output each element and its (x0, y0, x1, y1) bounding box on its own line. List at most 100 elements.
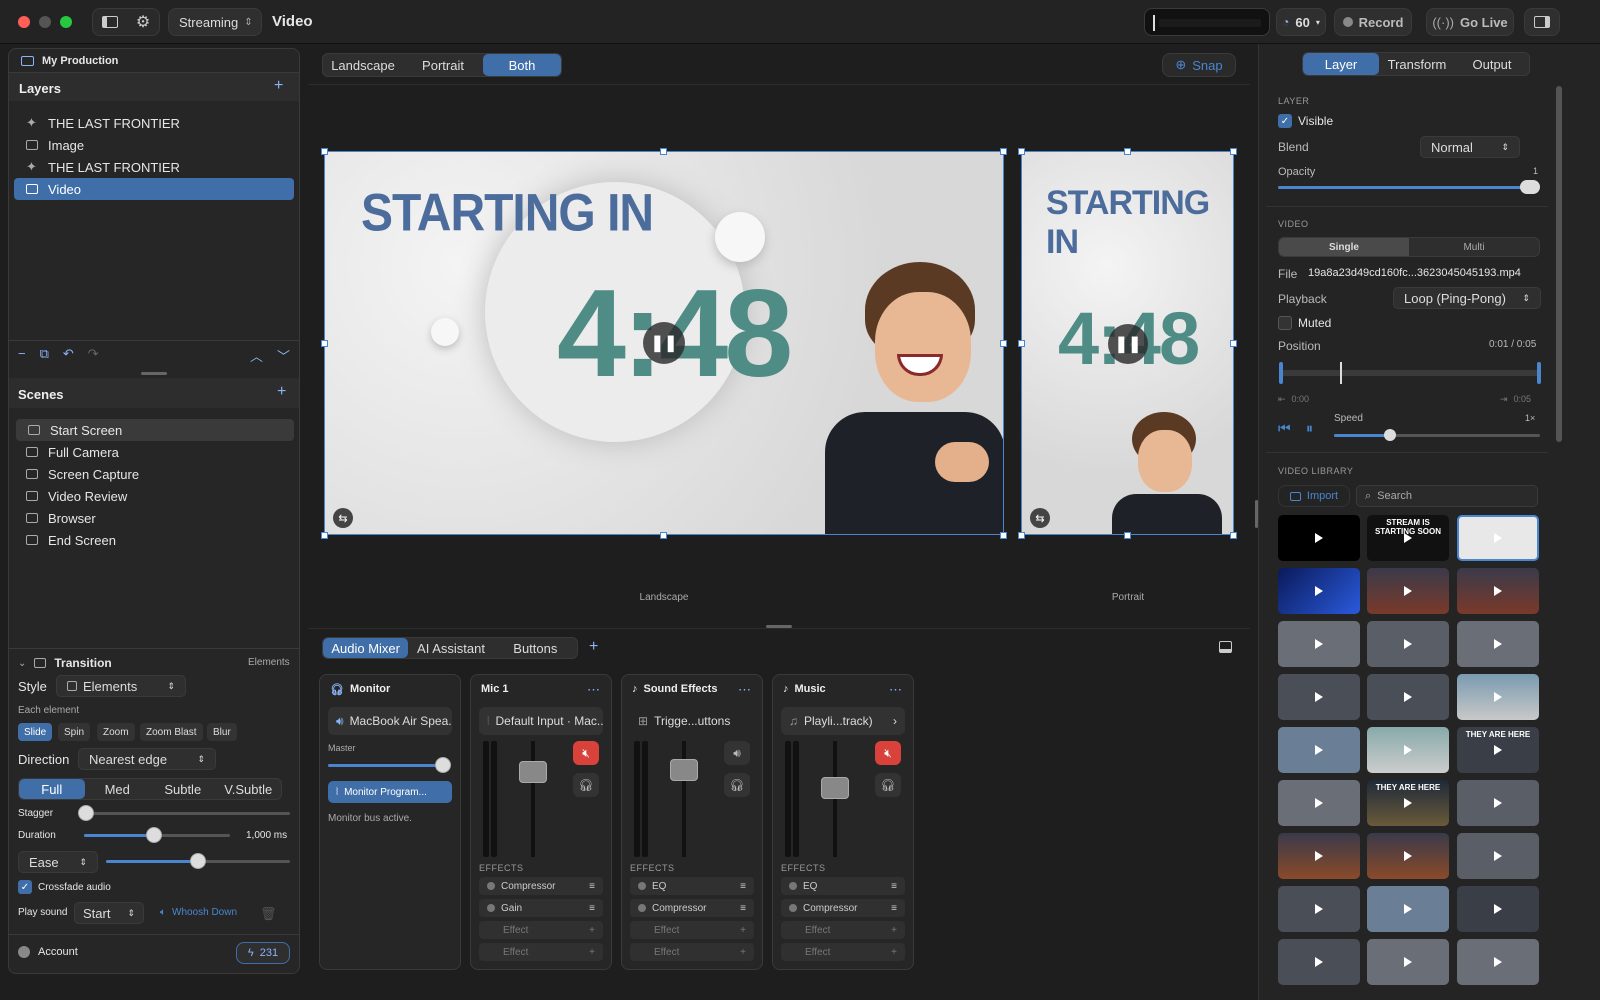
master-slider[interactable] (328, 764, 444, 767)
video-thumbnail[interactable]: STREAM IS STARTING SOON (1367, 515, 1449, 561)
more-icon[interactable]: ⋯ (587, 682, 600, 698)
effect-chip[interactable]: Slide (18, 723, 53, 741)
add-effect-slot[interactable]: Effect + (781, 943, 905, 961)
tab-layer[interactable]: Layer (1303, 53, 1379, 75)
scene-item[interactable]: Full Camera (14, 441, 294, 463)
video-thumbnail[interactable] (1278, 727, 1360, 773)
position-scrubber[interactable] (1280, 370, 1540, 376)
video-thumbnail[interactable] (1367, 833, 1449, 879)
duplicate-icon[interactable]: ⧉ (40, 346, 49, 362)
intensity-option[interactable]: Subtle (150, 779, 216, 799)
record-button[interactable]: Record (1334, 8, 1412, 36)
add-effect-slot[interactable]: Effect + (630, 943, 754, 961)
video-thumbnail[interactable] (1278, 674, 1360, 720)
add-layer-button[interactable]: + (274, 77, 283, 95)
video-thumbnail[interactable] (1278, 568, 1360, 614)
more-icon[interactable]: ⋯ (738, 682, 751, 698)
speaker-button[interactable]: 🔊︎ (724, 741, 750, 765)
play-sound-select[interactable]: Start ⇕ (74, 902, 144, 924)
add-effect-slot[interactable]: Effect + (479, 943, 603, 961)
add-effect-slot[interactable]: Effect + (781, 921, 905, 939)
drag-handle-icon[interactable]: ≡ (740, 903, 746, 914)
ease-knob[interactable] (190, 853, 206, 869)
landscape-preview[interactable]: STARTING IN 4:48 ❚❚ ⇆ (324, 151, 1004, 535)
out-point-handle[interactable] (1537, 362, 1541, 384)
video-thumbnail[interactable] (1367, 939, 1449, 985)
credits-badge[interactable]: ϟ 231 (236, 942, 290, 964)
stagger-knob[interactable] (78, 805, 94, 821)
drag-handle-icon[interactable]: ≡ (589, 881, 595, 892)
video-thumbnail[interactable] (1457, 568, 1539, 614)
effect-row[interactable]: Compressor ≡ (781, 899, 905, 917)
effect-row[interactable]: EQ ≡ (781, 877, 905, 895)
direction-select[interactable]: Nearest edge ⇕ (78, 748, 216, 770)
stagger-slider[interactable] (84, 812, 290, 815)
effect-chip[interactable]: Spin (58, 723, 91, 741)
monitor-device-select[interactable]: 🔊︎ MacBook Air Spea... (328, 707, 452, 735)
headphones-button[interactable]: 🎧︎ (875, 773, 901, 797)
video-thumbnail[interactable] (1278, 939, 1360, 985)
channel-device-select[interactable]: ⦚ Default Input · Mac... (479, 707, 603, 735)
effect-chip[interactable]: Zoom Blast (140, 723, 203, 741)
video-thumbnail[interactable] (1278, 886, 1360, 932)
tab-portrait[interactable]: Portrait (403, 54, 483, 76)
video-thumbnail[interactable] (1367, 727, 1449, 773)
effect-toggle[interactable] (638, 904, 646, 912)
effect-chip[interactable]: Zoom (97, 723, 135, 741)
layer-item-selected[interactable]: Video (14, 178, 294, 200)
video-thumbnail[interactable] (1367, 568, 1449, 614)
zoom-window-button[interactable] (60, 16, 72, 28)
minimize-window-button[interactable] (39, 16, 51, 28)
effect-row[interactable]: Gain ≡ (479, 899, 603, 917)
drag-handle-icon[interactable]: ≡ (891, 881, 897, 892)
video-thumbnail[interactable] (1278, 780, 1360, 826)
video-thumbnail[interactable] (1457, 621, 1539, 667)
ease-select[interactable]: Ease ⇕ (18, 851, 98, 873)
tab-output[interactable]: Output (1455, 53, 1529, 75)
mute-button[interactable]: 🔇︎ (573, 741, 599, 765)
video-thumbnail[interactable] (1457, 833, 1539, 879)
tab-ai-assistant[interactable]: AI Assistant (408, 638, 493, 658)
resize-handle[interactable] (1255, 500, 1258, 528)
crossfade-toggle[interactable]: ✓ Crossfade audio (18, 880, 111, 894)
headphones-button[interactable]: 🎧︎ (573, 773, 599, 797)
add-effect-slot[interactable]: Effect + (479, 921, 603, 939)
video-thumbnail[interactable] (1367, 674, 1449, 720)
tab-transform[interactable]: Transform (1379, 53, 1455, 75)
pause-icon[interactable]: ❚❚ (643, 322, 685, 364)
playhead[interactable] (1340, 362, 1342, 384)
sound-picker[interactable]: 🔈︎ Whoosh Down (160, 907, 237, 918)
in-icon[interactable]: ⇤ (1278, 394, 1286, 405)
volume-fader[interactable] (519, 761, 547, 783)
layer-item[interactable]: Image (14, 134, 294, 156)
add-effect-slot[interactable]: Effect + (630, 921, 754, 939)
headphones-button[interactable]: 🎧︎ (724, 773, 750, 797)
portrait-preview[interactable]: STARTING IN 4:48 ❚❚ ⇆ (1021, 151, 1234, 535)
video-thumbnail[interactable] (1278, 515, 1360, 561)
video-thumbnail[interactable] (1278, 621, 1360, 667)
effect-toggle[interactable] (638, 882, 646, 890)
effect-row[interactable]: Compressor ≡ (630, 899, 754, 917)
mute-button[interactable]: 🔇︎ (875, 741, 901, 765)
video-thumbnail[interactable] (1457, 886, 1539, 932)
scene-item[interactable]: End Screen (14, 529, 294, 551)
scene-item[interactable]: Browser (14, 507, 294, 529)
volume-fader[interactable] (821, 777, 849, 799)
tab-both[interactable]: Both (483, 54, 561, 76)
video-thumbnail[interactable] (1457, 780, 1539, 826)
mode-select[interactable]: Streaming ⇕ (168, 8, 262, 36)
search-input[interactable]: ⌕ Search (1356, 485, 1538, 507)
tab-audio-mixer[interactable]: Audio Mixer (323, 638, 409, 658)
mode-multi[interactable]: Multi (1409, 238, 1539, 256)
mode-single[interactable]: Single (1279, 238, 1409, 256)
monitor-program-button[interactable]: ⦚ Monitor Program... (328, 781, 452, 803)
duration-knob[interactable] (146, 827, 162, 843)
playback-select[interactable]: Loop (Ping-Pong) ⇕ (1393, 287, 1541, 309)
style-select[interactable]: Elements ⇕ (56, 675, 186, 697)
trash-icon[interactable]: 🗑︎ (260, 906, 277, 922)
add-scene-button[interactable]: + (277, 383, 286, 401)
effect-row[interactable]: Compressor ≡ (479, 877, 603, 895)
close-window-button[interactable] (18, 16, 30, 28)
snap-button[interactable]: ⊕ Snap (1162, 53, 1236, 77)
channel-device-select[interactable]: ⊞ Trigge...uttons (630, 707, 754, 735)
